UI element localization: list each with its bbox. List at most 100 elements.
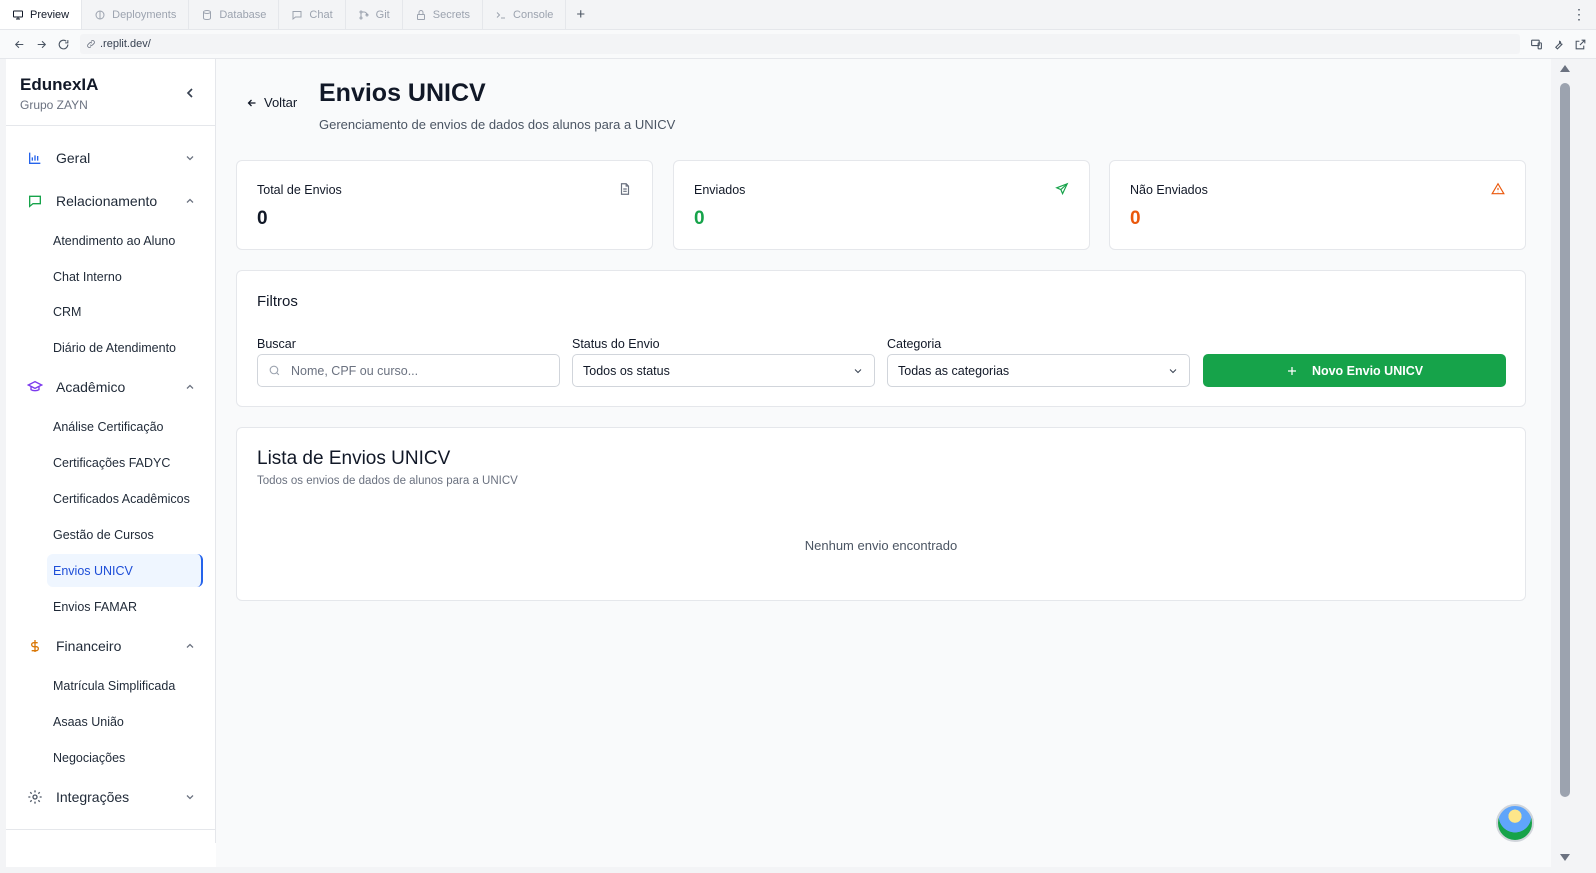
status-select[interactable]: Todos os status	[572, 354, 875, 387]
scroll-up-arrow-icon[interactable]	[1560, 65, 1570, 72]
filters-card: Filtros Buscar Nome, CPF ou curso... Sta…	[236, 270, 1526, 407]
new-tab-button[interactable]: +	[566, 0, 595, 29]
brand-title: EdunexIA	[20, 75, 99, 94]
dollar-icon	[26, 637, 44, 655]
tab-console[interactable]: Console	[483, 0, 567, 29]
search-input[interactable]: Nome, CPF ou curso...	[257, 354, 560, 387]
stat-label: Total de Envios	[257, 183, 342, 197]
tab-deployments[interactable]: Deployments	[82, 0, 190, 29]
sidebar-item-envios-famar[interactable]: Envios FAMAR	[47, 590, 203, 623]
sidebar-item-certificacoes-fadyc[interactable]: Certificações FADYC	[47, 446, 203, 479]
monitor-icon	[13, 10, 23, 19]
stat-value: 0	[257, 208, 268, 229]
scroll-thumb[interactable]	[1560, 83, 1570, 797]
filters-title: Filtros	[257, 293, 298, 310]
sidebar-item-gestao-de-cursos[interactable]: Gestão de Cursos	[47, 518, 203, 551]
sidebar-item-envios-unicv[interactable]: Envios UNICV	[47, 554, 203, 587]
stat-value: 0	[1130, 208, 1141, 229]
graduation-cap-icon	[26, 378, 44, 396]
gear-icon	[26, 788, 44, 806]
url-text: .replit.dev/	[100, 38, 151, 50]
tab-label: Chat	[309, 8, 333, 21]
more-vertical-icon[interactable]: ⋮	[1572, 7, 1586, 21]
app-frame: EdunexIA Grupo ZAYN Geral Relacionamento…	[6, 59, 1578, 867]
empty-message: Nenhum envio encontrado	[804, 538, 958, 553]
sidebar-item-negociacoes[interactable]: Negociações	[47, 741, 203, 774]
chevron-up-icon	[186, 643, 194, 648]
forward-arrow-icon[interactable]	[30, 38, 52, 51]
back-button[interactable]: Voltar	[246, 95, 297, 110]
list-subtitle: Todos os envios de dados de alunos para …	[257, 475, 518, 487]
chevron-down-icon	[1169, 368, 1177, 373]
file-icon	[620, 183, 630, 195]
tab-git[interactable]: Git	[346, 0, 403, 29]
sidebar-section-academico[interactable]: Acadêmico	[26, 374, 196, 400]
chevron-down-icon	[854, 368, 862, 373]
git-icon	[359, 10, 369, 19]
section-label: Integrações	[56, 789, 130, 805]
tab-database[interactable]: Database	[189, 0, 280, 29]
category-label: Categoria	[887, 337, 942, 351]
stat-value: 0	[694, 208, 705, 229]
bar-chart-icon	[26, 149, 44, 167]
chevron-up-icon	[186, 384, 194, 389]
section-label: Relacionamento	[56, 193, 158, 209]
deploy-icon	[95, 10, 105, 19]
status-label: Status do Envio	[572, 337, 660, 351]
sidebar-item-crm[interactable]: CRM	[47, 295, 203, 328]
address-bar: .replit.dev/	[0, 30, 1596, 59]
sidebar-item-certificados-academicos[interactable]: Certificados Acadêmicos	[47, 482, 203, 515]
reload-icon[interactable]	[52, 38, 74, 51]
tab-chat[interactable]: Chat	[279, 0, 346, 29]
search-placeholder: Nome, CPF ou curso...	[291, 363, 419, 378]
brand-subtitle: Grupo ZAYN	[20, 98, 88, 112]
external-link-icon[interactable]	[1574, 38, 1587, 51]
sidebar-item-atendimento-ao-aluno[interactable]: Atendimento ao Aluno	[47, 224, 203, 257]
stat-label: Enviados	[694, 183, 746, 197]
sidebar-item-matricula-simplificada[interactable]: Matrícula Simplificada	[47, 669, 203, 702]
tab-secrets[interactable]: Secrets	[403, 0, 484, 29]
chevron-up-icon	[186, 198, 194, 203]
tab-label: Secrets	[432, 8, 471, 21]
tab-label: Database	[219, 8, 267, 21]
brand: EdunexIA Grupo ZAYN	[20, 75, 98, 112]
sidebar-section-integracoes[interactable]: Integrações	[26, 784, 196, 810]
section-label: Acadêmico	[56, 379, 126, 395]
section-label: Financeiro	[56, 638, 122, 654]
scroll-down-arrow-icon[interactable]	[1560, 854, 1570, 861]
back-arrow-icon[interactable]	[8, 38, 30, 51]
status-value: Todos os status	[583, 363, 670, 378]
category-select[interactable]: Todas as categorias	[887, 354, 1190, 387]
category-value: Todas as categorias	[898, 363, 1010, 378]
stat-card-total: Total de Envios 0	[236, 160, 653, 250]
sidebar-item-diario-de-atendimento[interactable]: Diário de Atendimento	[47, 331, 203, 364]
search-label: Buscar	[257, 337, 296, 351]
vertical-scrollbar[interactable]	[1551, 59, 1578, 867]
sidebar-item-chat-interno[interactable]: Chat Interno	[47, 260, 203, 293]
back-label: Voltar	[264, 95, 298, 110]
sidebar-item-asaas-uniao[interactable]: Asaas União	[47, 705, 203, 738]
search-icon	[269, 365, 280, 376]
sidebar: EdunexIA Grupo ZAYN Geral Relacionamento…	[6, 59, 216, 843]
chevron-down-icon	[186, 156, 194, 161]
sidebar-bottom-divider	[6, 829, 215, 830]
sidebar-divider	[6, 125, 215, 126]
wrench-icon[interactable]	[1552, 38, 1565, 51]
page-subtitle: Gerenciamento de envios de dados dos alu…	[319, 117, 676, 132]
new-envio-button[interactable]: Novo Envio UNICV	[1203, 354, 1506, 387]
sidebar-section-relacionamento[interactable]: Relacionamento	[26, 188, 196, 214]
chevron-left-icon[interactable]	[182, 85, 198, 101]
url-field[interactable]: .replit.dev/	[80, 34, 1520, 54]
plus-icon	[1287, 366, 1296, 375]
list-title: Lista de Envios UNICV	[257, 448, 451, 469]
devices-icon[interactable]	[1530, 38, 1543, 51]
tab-label: Deployments	[112, 8, 177, 21]
tab-preview[interactable]: Preview	[0, 0, 83, 29]
sidebar-section-financeiro[interactable]: Financeiro	[26, 633, 196, 659]
chat-icon	[292, 10, 302, 20]
new-envio-label: Novo Envio UNICV	[1311, 363, 1424, 378]
sidebar-item-analise-certificacao[interactable]: Análise Certificação	[47, 410, 203, 443]
avatar[interactable]	[1496, 804, 1534, 842]
sidebar-section-geral[interactable]: Geral	[26, 145, 196, 171]
browser-tab-bar: Preview Deployments Database Chat Git Se…	[0, 0, 1596, 30]
